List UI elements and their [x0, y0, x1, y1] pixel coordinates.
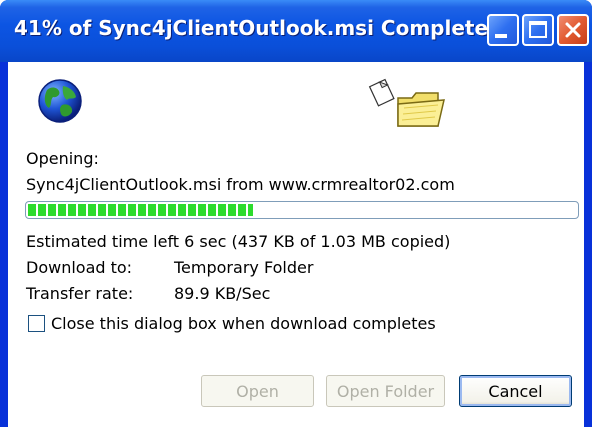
cancel-button[interactable]: Cancel: [459, 375, 572, 407]
folder-icon: [368, 78, 445, 127]
window-title: 41% of Sync4jClientOutlook.msi Completed: [14, 16, 503, 40]
close-when-done-checkbox[interactable]: [28, 315, 45, 332]
maximize-icon[interactable]: [522, 14, 554, 46]
opening-label: Opening:: [26, 149, 99, 168]
globe-icon: [38, 79, 82, 123]
close-icon[interactable]: [557, 14, 589, 46]
download-dialog-window: 41% of Sync4jClientOutlook.msi Completed: [0, 0, 592, 427]
download-progress-bar: [25, 201, 579, 219]
minimize-icon[interactable]: [487, 14, 519, 46]
progress-fill: [28, 204, 253, 216]
download-to-value: Temporary Folder: [174, 258, 314, 277]
transfer-rate-label: Transfer rate:: [26, 284, 134, 303]
transfer-rate-value: 89.9 KB/Sec: [174, 284, 271, 303]
open-folder-button[interactable]: Open Folder: [326, 375, 445, 407]
estimated-time-text: Estimated time left 6 sec (437 KB of 1.0…: [26, 232, 451, 251]
title-bar[interactable]: 41% of Sync4jClientOutlook.msi Completed: [0, 0, 592, 62]
dialog-body: Opening: Sync4jClientOutlook.msi from ww…: [8, 62, 584, 427]
file-source-text: Sync4jClientOutlook.msi from www.crmreal…: [26, 175, 455, 194]
close-when-done-label[interactable]: Close this dialog box when download comp…: [51, 314, 436, 333]
download-to-label: Download to:: [26, 258, 133, 277]
open-button[interactable]: Open: [201, 375, 314, 407]
